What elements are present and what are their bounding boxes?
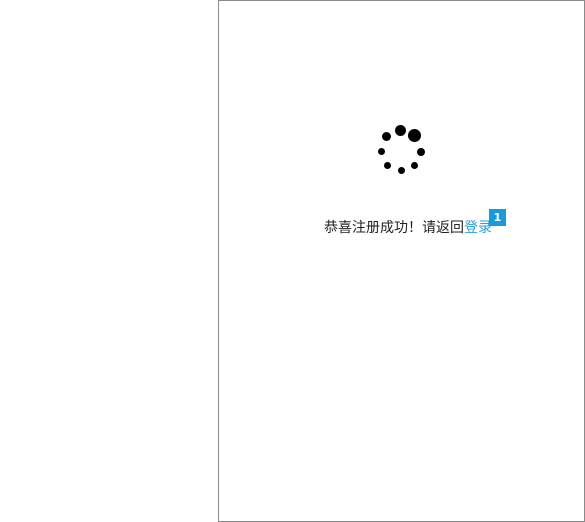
login-link[interactable]: 登录 bbox=[464, 220, 492, 236]
spinner-dot bbox=[411, 162, 418, 169]
success-message: 恭喜注册成功！请返回登录 bbox=[324, 218, 492, 238]
spinner-dot bbox=[417, 148, 425, 156]
notification-badge: 1 bbox=[489, 209, 506, 226]
success-message-text: 恭喜注册成功！请返回 bbox=[324, 220, 464, 236]
spinner-dot bbox=[378, 148, 385, 155]
spinner-dot bbox=[384, 162, 391, 169]
spinner-dot bbox=[408, 129, 421, 142]
content-panel: 恭喜注册成功！请返回登录 1 bbox=[218, 0, 585, 522]
spinner-dot bbox=[395, 125, 406, 136]
loading-spinner-icon bbox=[377, 123, 429, 175]
spinner-dot bbox=[398, 167, 405, 174]
spinner-dot bbox=[382, 132, 391, 141]
page: 恭喜注册成功！请返回登录 1 bbox=[0, 0, 585, 522]
